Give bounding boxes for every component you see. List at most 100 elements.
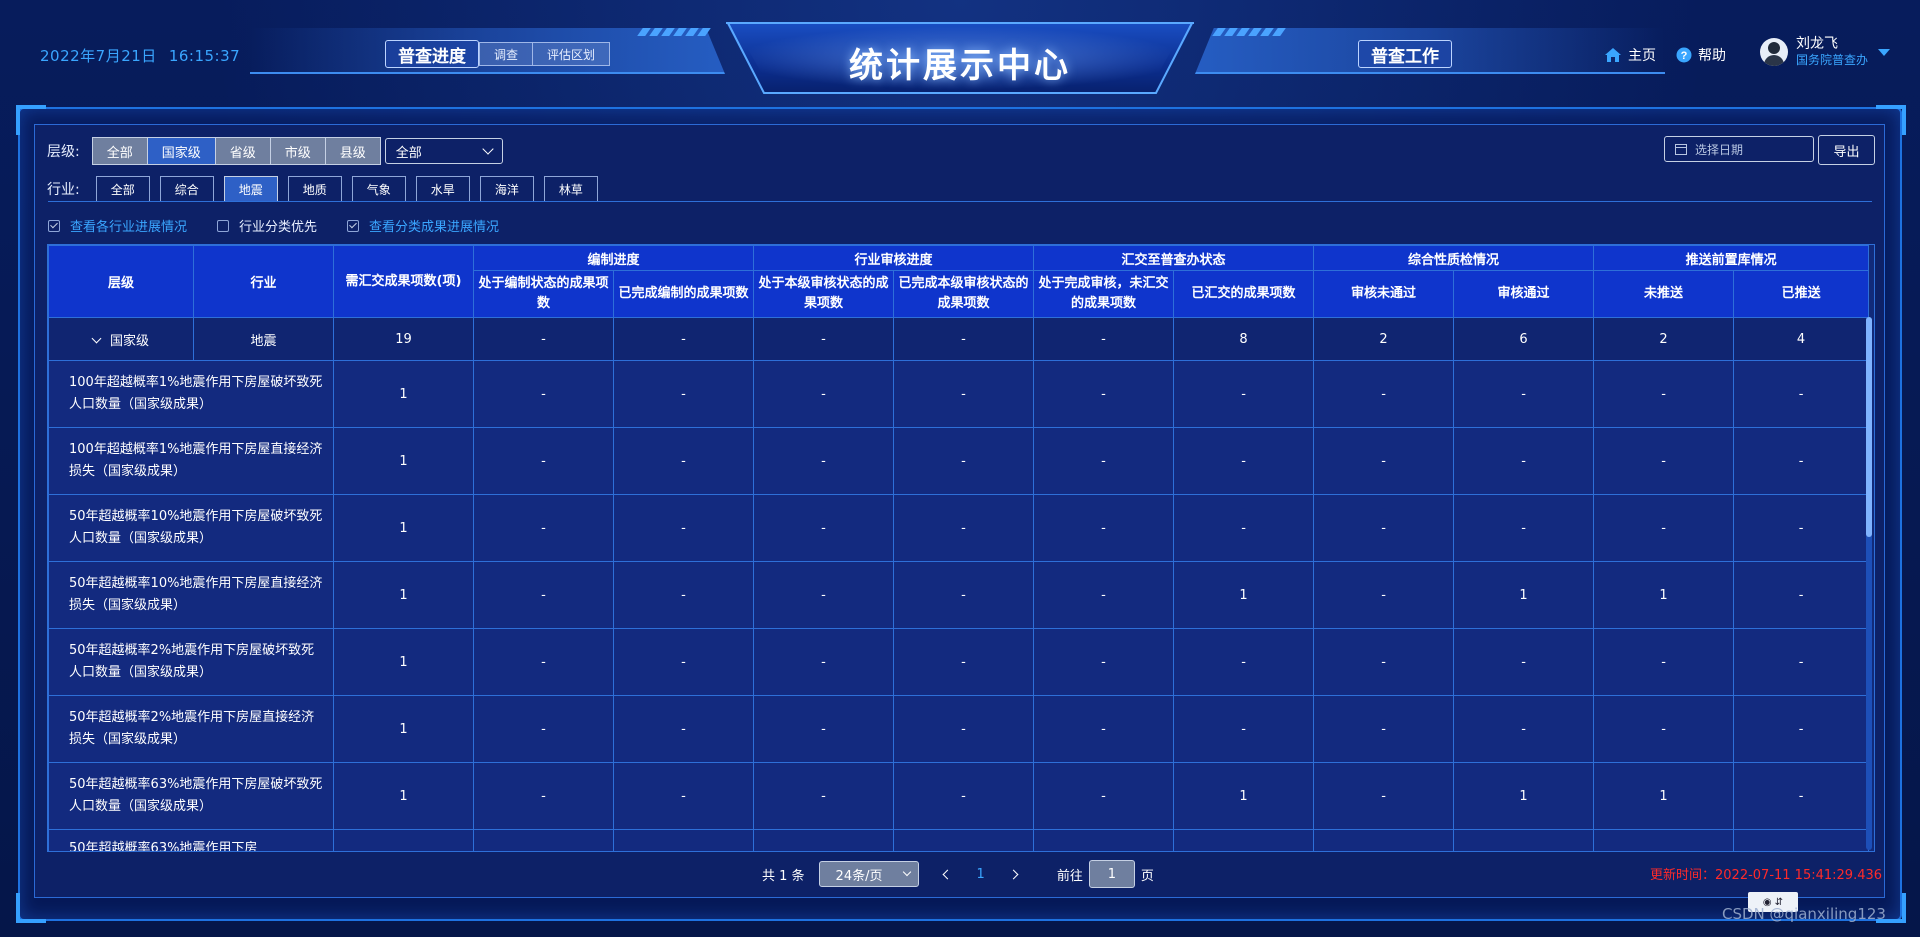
table-row-group[interactable]: 国家级 地震 19 - - - - - 8 2 6 2 4 <box>48 317 1870 361</box>
date-placeholder: 选择日期 <box>1695 142 1744 157</box>
chevron-down-icon[interactable] <box>91 333 102 343</box>
nav-tab-survey[interactable]: 调查 <box>479 42 534 66</box>
table-cell: - <box>1313 762 1455 830</box>
industry-tab-meteorology[interactable]: 气象 <box>351 176 406 202</box>
table-cell: - <box>1033 695 1175 763</box>
chevron-down-icon[interactable] <box>1878 48 1891 56</box>
table-cell: 1 <box>1173 561 1315 629</box>
row-name: 100年超越概率1%地震作用下房屋破坏致死人口数量（国家级成果） <box>48 360 334 428</box>
user-menu[interactable]: 刘龙飞 国务院普查办 <box>1760 36 1891 68</box>
check-category-progress[interactable]: 查看分类成果进展情况 <box>347 216 499 235</box>
table-cell <box>893 829 1035 851</box>
table-cell: - <box>1173 628 1315 696</box>
export-button[interactable]: 导出 <box>1818 135 1875 165</box>
industry-tab-geology[interactable]: 地质 <box>287 176 342 202</box>
table-cell: - <box>1313 695 1455 763</box>
table-cell: - <box>1453 628 1595 696</box>
col-header-level[interactable]: 层级 <box>48 245 194 318</box>
table-cell: 1 <box>333 762 474 830</box>
col-header-pending-submit[interactable]: 处于完成审核，未汇交的成果项数 <box>1033 270 1175 318</box>
col-header-qc-failed[interactable]: 审核未通过 <box>1313 270 1455 318</box>
home-link[interactable]: 主页 <box>1604 45 1656 65</box>
table-cell: - <box>753 762 895 830</box>
level-option-national[interactable]: 国家级 <box>147 137 216 165</box>
table-cell <box>1173 829 1315 851</box>
table-cell: 1 <box>333 695 474 763</box>
page-number[interactable]: 1 <box>977 867 985 882</box>
col-header-industry[interactable]: 行业 <box>193 245 334 318</box>
table-row[interactable]: 50年超越概率2%地震作用下房屋直接经济损失（国家级成果） 1 - - - - … <box>48 695 1870 763</box>
table-row[interactable]: 50年超越概率63%地震作用下房屋破坏致死人口数量（国家级成果） 1 - - -… <box>48 762 1870 830</box>
table-row[interactable]: 100年超越概率1%地震作用下房屋直接经济损失（国家级成果） 1 - - - -… <box>48 427 1870 495</box>
col-group-quality: 综合性质检情况 <box>1313 245 1595 271</box>
row-name: 50年超越概率10%地震作用下房屋直接经济损失（国家级成果） <box>48 561 334 629</box>
page-unit: 页 <box>1140 868 1154 884</box>
chevron-down-icon <box>902 867 911 877</box>
col-header-qc-passed[interactable]: 审核通过 <box>1453 270 1595 318</box>
check-industry-first[interactable]: 行业分类优先 <box>217 216 317 235</box>
table-cell: - <box>893 695 1035 763</box>
row-name: 50年超越概率2%地震作用下房屋破坏致死人口数量（国家级成果） <box>48 628 334 696</box>
table-row[interactable]: 50年超越概率10%地震作用下房屋直接经济损失（国家级成果） 1 - - - -… <box>48 561 1870 629</box>
col-header-required[interactable]: 需汇交成果项数(项) <box>333 245 474 318</box>
table-cell <box>333 829 474 851</box>
nav-tab-census-progress[interactable]: 普查进度 <box>385 40 479 68</box>
prev-page-button[interactable] <box>943 869 953 879</box>
nav-tab-census-work[interactable]: 普查工作 <box>1358 40 1452 68</box>
table-row[interactable]: 50年超越概率2%地震作用下房屋破坏致死人口数量（国家级成果） 1 - - - … <box>48 628 1870 696</box>
page-size-select[interactable]: 24条/页 <box>818 861 919 887</box>
next-page-button[interactable] <box>1009 869 1019 879</box>
col-header-pushed[interactable]: 已推送 <box>1733 270 1870 318</box>
table-cell: - <box>612 317 755 361</box>
level-option-all[interactable]: 全部 <box>91 137 148 165</box>
industry-tab-earthquake[interactable]: 地震 <box>223 176 278 202</box>
industry-tab-forest-grass[interactable]: 林草 <box>543 176 598 202</box>
level-option-city[interactable]: 市级 <box>270 137 326 165</box>
col-header-submitted[interactable]: 已汇交的成果项数 <box>1173 270 1315 318</box>
nav-tab-assessment-zoning[interactable]: 评估区划 <box>533 42 611 66</box>
industry-tab-all[interactable]: 全部 <box>95 176 150 202</box>
avatar <box>1760 38 1788 66</box>
table-cell <box>612 829 755 851</box>
row-name: 100年超越概率1%地震作用下房屋直接经济损失（国家级成果） <box>48 427 334 495</box>
home-link-label: 主页 <box>1628 48 1656 64</box>
table-scrollbar-thumb[interactable] <box>1866 317 1872 537</box>
table-cell <box>1313 829 1455 851</box>
level-option-county[interactable]: 县级 <box>325 137 381 165</box>
check-industry-progress[interactable]: 查看各行业进展情况 <box>48 216 187 235</box>
goto-page-input[interactable]: 1 <box>1088 860 1135 888</box>
industry-tab-ocean[interactable]: 海洋 <box>479 176 534 202</box>
date-picker[interactable]: 选择日期 <box>1664 136 1814 162</box>
level-option-province[interactable]: 省级 <box>215 137 271 165</box>
col-header-compiled[interactable]: 已完成编制的成果项数 <box>612 270 755 318</box>
level-filter: 层级: 全部 国家级 省级 市级 县级 全部 <box>47 137 503 165</box>
home-icon <box>1605 48 1621 62</box>
table-cell: - <box>1313 628 1455 696</box>
help-link[interactable]: ? 帮助 <box>1676 45 1726 65</box>
progress-nav: 普查进度 调查 评估区划 <box>385 40 611 68</box>
table-row[interactable]: 100年超越概率1%地震作用下房屋破坏致死人口数量（国家级成果） 1 - - -… <box>48 360 1870 428</box>
frame-corner-tl <box>16 105 46 135</box>
col-header-reviewed[interactable]: 已完成本级审核状态的成果项数 <box>893 270 1035 318</box>
col-header-reviewing[interactable]: 处于本级审核状态的成果项数 <box>753 270 895 318</box>
table-cell: - <box>753 628 895 696</box>
level-select[interactable]: 全部 <box>384 138 503 164</box>
industry-tab-flood-drought[interactable]: 水旱 <box>415 176 470 202</box>
table-cell: 4 <box>1733 317 1870 361</box>
table-row[interactable]: 50年超越概率10%地震作用下房屋破坏致死人口数量（国家级成果） 1 - - -… <box>48 494 1870 562</box>
table-cell: - <box>612 695 755 763</box>
total-count: 共 1 条 <box>762 868 805 884</box>
table-cell: - <box>1733 561 1870 629</box>
table-row[interactable]: 50年超越概率63%地震作用下房 <box>48 829 1870 851</box>
industry-tab-comprehensive[interactable]: 综合 <box>159 176 214 202</box>
col-header-not-pushed[interactable]: 未推送 <box>1593 270 1735 318</box>
frame-corner-bl <box>16 893 46 923</box>
col-header-compiling[interactable]: 处于编制状态的成果项数 <box>473 270 614 318</box>
table-cell: 1 <box>333 494 474 562</box>
group-level-cell[interactable]: 国家级 <box>48 317 194 361</box>
table-cell: - <box>893 494 1035 562</box>
view-options: 查看各行业进展情况 行业分类优先 查看分类成果进展情况 <box>48 216 529 235</box>
progress-table[interactable]: 层级 行业 需汇交成果项数(项) 编制进度 行业审核进度 汇交至普查办状态 综合… <box>47 244 1875 852</box>
table-cell: - <box>1593 494 1735 562</box>
table-cell: - <box>473 360 614 428</box>
